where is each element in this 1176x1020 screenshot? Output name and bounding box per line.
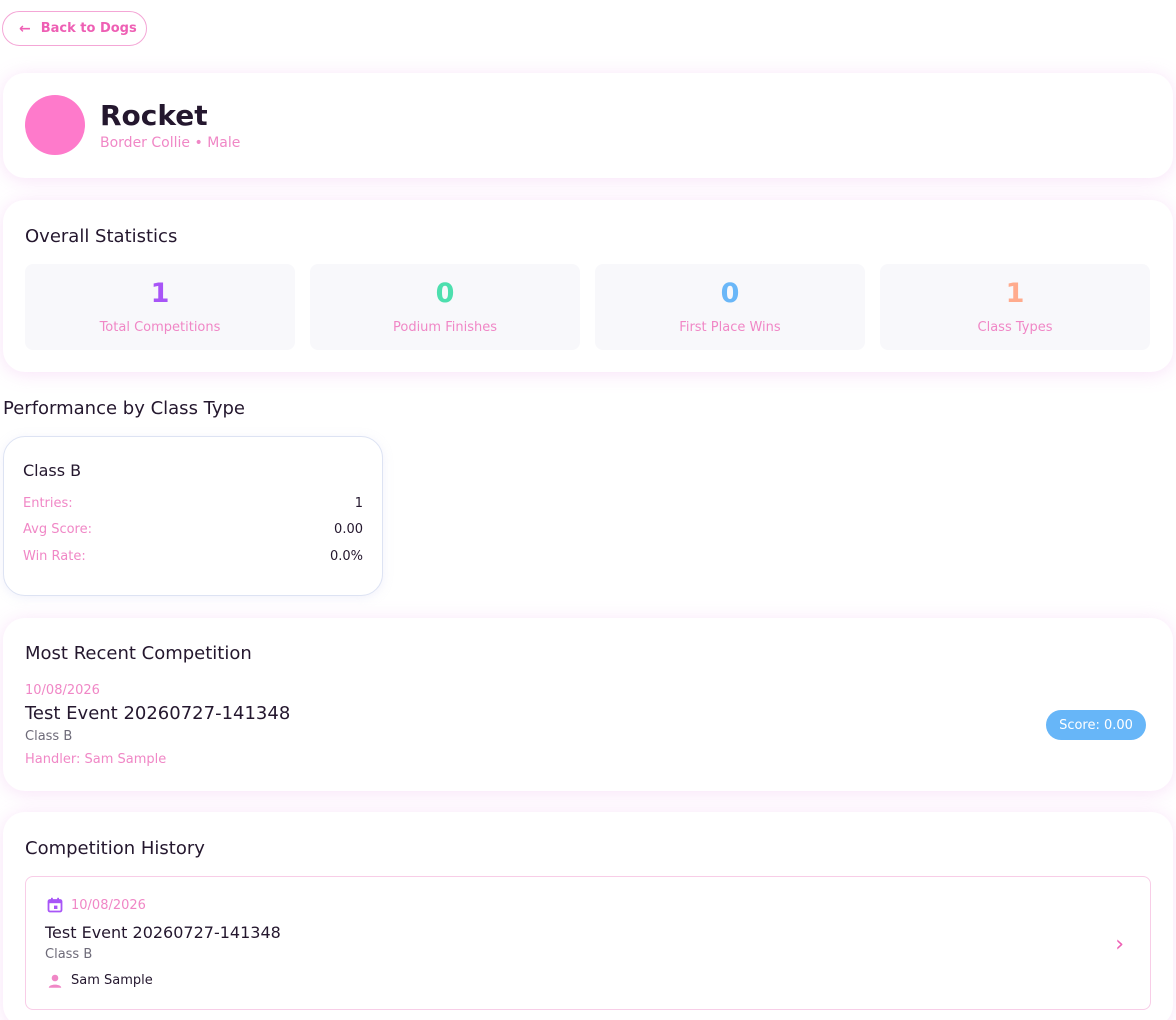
competition-history-card: Competition History 10/08/2026 Test Even…: [3, 812, 1173, 1020]
score-badge: Score: 0.00: [1046, 710, 1146, 740]
avatar: [25, 95, 85, 155]
history-list-item[interactable]: 10/08/2026 Test Event 20260727-141348 Cl…: [25, 876, 1151, 1010]
stat-total-competitions: 1 Total Competitions: [25, 264, 295, 350]
section-title: Most Recent Competition: [25, 643, 252, 664]
handler-name: Handler: Sam Sample: [25, 752, 167, 767]
stat-podium-finishes: 0 Podium Finishes: [310, 264, 580, 350]
separator-dot: •: [194, 135, 203, 151]
dog-sex: Male: [207, 135, 241, 151]
history-event-name: Test Event 20260727-141348: [45, 923, 281, 942]
stat-value: 0: [720, 278, 740, 309]
stat-value: 0: [435, 278, 455, 309]
avg-score-value: 0.00: [334, 522, 363, 537]
win-rate-label: Win Rate:: [23, 549, 86, 564]
entries-label: Entries:: [23, 496, 73, 511]
entries-value: 1: [354, 496, 363, 511]
stat-label: Total Competitions: [99, 320, 221, 335]
history-class: Class B: [45, 947, 93, 962]
dog-breed: Border Collie: [100, 135, 191, 151]
stat-value: 1: [150, 278, 170, 309]
class-name: Class B: [23, 461, 82, 480]
chevron-right-icon: ›: [1115, 932, 1124, 957]
arrow-left-icon: ←: [19, 20, 31, 37]
dog-profile-card: Rocket Border Collie • Male: [3, 73, 1173, 178]
class-card-class-b: Class B Entries: 1 Avg Score: 0.00 Win R…: [3, 436, 383, 596]
section-title: Overall Statistics: [25, 226, 178, 247]
stat-label: Podium Finishes: [392, 320, 497, 335]
avg-score-label: Avg Score:: [23, 522, 92, 537]
back-to-dogs-button[interactable]: ← Back to Dogs: [2, 11, 147, 46]
person-icon: [48, 974, 62, 988]
stat-value: 1: [1005, 278, 1025, 309]
stat-first-place-wins: 0 First Place Wins: [595, 264, 865, 350]
dog-name: Rocket: [100, 99, 208, 132]
avg-score-row: Avg Score: 0.00: [23, 522, 363, 540]
most-recent-competition-card: Most Recent Competition 10/08/2026 Test …: [3, 618, 1173, 791]
competition-date: 10/08/2026: [25, 683, 100, 698]
stat-label: First Place Wins: [679, 320, 781, 335]
class-name: Class B: [25, 729, 73, 744]
entries-row: Entries: 1: [23, 496, 363, 514]
section-title: Competition History: [25, 838, 205, 859]
stat-label: Class Types: [977, 320, 1053, 335]
overall-statistics-card: Overall Statistics 1 Total Competitions …: [3, 200, 1173, 372]
stat-class-types: 1 Class Types: [880, 264, 1150, 350]
event-name: Test Event 20260727-141348: [25, 703, 291, 724]
history-handler: Sam Sample: [71, 973, 153, 988]
win-rate-row: Win Rate: 0.0%: [23, 549, 363, 567]
back-label: Back to Dogs: [40, 21, 137, 36]
history-date: 10/08/2026: [71, 898, 146, 913]
win-rate-value: 0.0%: [329, 549, 363, 564]
performance-title: Performance by Class Type: [3, 398, 246, 419]
dog-breed-sex: Border Collie • Male: [100, 135, 240, 151]
calendar-icon: [47, 897, 63, 913]
